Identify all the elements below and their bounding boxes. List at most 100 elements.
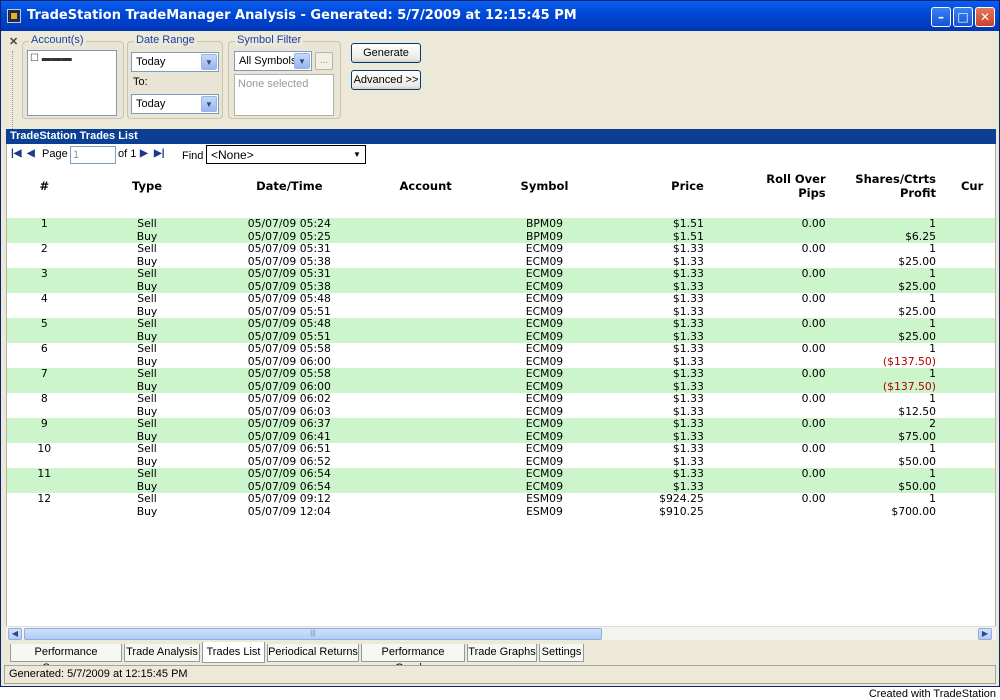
table-row[interactable]: 10 Sell 05/07/09 06:51 ECM09 $1.33 0.00 1 <box>7 442 995 456</box>
col-type-header[interactable]: Type <box>82 168 213 204</box>
tab-trades-list[interactable]: Trades List <box>202 642 265 663</box>
cell-num: 11 <box>7 467 82 481</box>
cell-type: Sell <box>137 442 157 455</box>
table-row[interactable]: 9 Sell 05/07/09 06:37 ECM09 $1.33 0.00 2 <box>7 417 995 431</box>
first-page-icon[interactable]: |◀ <box>11 148 22 159</box>
table-row[interactable]: 5 Sell 05/07/09 05:48 ECM09 $1.33 0.00 1 <box>7 317 995 331</box>
cell-price: $1.33 <box>603 317 704 331</box>
col-rollover-header[interactable]: Roll Over Pips <box>704 168 825 204</box>
cell-type: Sell <box>137 392 157 405</box>
table-row[interactable]: 3 Sell 05/07/09 05:31 ECM09 $1.33 0.00 1 <box>7 267 995 281</box>
date-from-select[interactable]: Today ▼ <box>131 52 219 72</box>
generate-button[interactable]: Generate <box>351 43 421 63</box>
cell-account <box>366 356 485 369</box>
scroll-right-icon[interactable]: ▶ <box>978 628 992 640</box>
table-row[interactable]: Buy 05/07/09 12:04 ESM09 $910.25 $700.00 <box>7 504 995 519</box>
tab-performance-summary[interactable]: Performance Summary <box>10 644 122 674</box>
cell-cur <box>935 280 995 293</box>
cell-account <box>366 230 486 243</box>
cell-rollover <box>704 506 826 519</box>
col-cur-header[interactable]: Cur <box>936 168 995 204</box>
cell-cur <box>936 493 995 506</box>
cell-account <box>366 430 486 443</box>
cell-date: 05/07/09 05:48 <box>247 292 331 305</box>
next-page-icon[interactable]: ▶ <box>140 148 148 159</box>
table-row[interactable]: 4 Sell 05/07/09 05:48 ECM09 $1.33 0.00 1 <box>7 292 995 306</box>
maximize-icon[interactable]: □ <box>953 7 973 27</box>
section-title: TradeStation Trades List <box>6 129 996 144</box>
col-date-header[interactable]: Date/Time <box>212 168 366 204</box>
cell-cur <box>935 468 995 481</box>
horizontal-scrollbar[interactable]: ◀ ||| ▶ <box>6 626 996 640</box>
page-input[interactable]: 1 <box>70 146 116 164</box>
symbol-filter-select[interactable]: All Symbols ▼ <box>234 51 312 71</box>
col-account-header[interactable]: Account <box>366 168 485 204</box>
tab-trade-analysis[interactable]: Trade Analysis <box>124 644 200 662</box>
cell-num: 2 <box>40 242 48 255</box>
scroll-thumb[interactable]: ||| <box>24 628 602 640</box>
chevron-down-icon[interactable]: ▼ <box>350 147 364 162</box>
chevron-down-icon[interactable]: ▼ <box>201 96 217 112</box>
symbol-browse-button[interactable]: ... <box>315 52 333 70</box>
account-item[interactable]: ☐ ▬▬▬ <box>30 53 72 64</box>
cell-profit: $6.25 <box>825 230 936 243</box>
col-num-header[interactable]: # <box>7 168 82 204</box>
close-panel-icon[interactable]: ✕ <box>9 35 18 48</box>
tab-trade-graphs[interactable]: Trade Graphs <box>467 644 537 662</box>
last-page-icon[interactable]: ▶| <box>154 148 165 159</box>
date-to-select[interactable]: Today ▼ <box>131 94 219 114</box>
cell-symbol: ECM09 <box>525 392 564 405</box>
chevron-down-icon[interactable]: ▼ <box>201 54 217 70</box>
table-row[interactable]: 12 Sell 05/07/09 09:12 ESM09 $924.25 0.00 1 <box>7 492 995 506</box>
spacer-cell <box>7 204 995 218</box>
tab-periodical-returns[interactable]: Periodical Returns <box>267 644 359 662</box>
cell-cur <box>935 480 995 493</box>
table-row[interactable]: 2 Sell 05/07/09 05:31 ECM09 $1.33 0.00 1 <box>7 242 995 256</box>
symbol-selection-list[interactable]: None selected <box>234 74 334 116</box>
find-value: <None> <box>211 148 254 162</box>
cell-symbol: ECM09 <box>485 417 604 431</box>
cell-num: 12 <box>37 492 52 505</box>
cell-date: 05/07/09 05:31 <box>247 242 331 255</box>
col-profit-header[interactable]: Shares/Ctrts Profit <box>826 168 936 204</box>
cell-date: 05/07/09 06:02 <box>247 392 331 405</box>
table-header: # Type Date/Time Account Symbol Price Ro… <box>7 168 995 204</box>
cell-cur <box>936 343 995 356</box>
scroll-left-icon[interactable]: ◀ <box>8 628 22 640</box>
col-price-header[interactable]: Price <box>604 168 704 204</box>
cell-type: Sell <box>81 317 213 331</box>
cell-profit: 1 <box>825 467 936 481</box>
cell-profit: $50.00 <box>825 480 936 493</box>
trades-body: 1 Sell 05/07/09 05:24 BPM09 $1.51 0.00 1 Buy 05/… <box>7 217 995 519</box>
cell-symbol: ECM09 <box>485 267 604 281</box>
cell-num: 5 <box>7 317 82 331</box>
cell-profit: ($137.50) <box>825 380 936 393</box>
close-icon[interactable]: ✕ <box>975 7 995 27</box>
cell-profit: 1 <box>929 242 936 255</box>
table-row[interactable]: 1 Sell 05/07/09 05:24 BPM09 $1.51 0.00 1 <box>7 217 995 231</box>
table-row[interactable]: 11 Sell 05/07/09 06:54 ECM09 $1.33 0.00 1 <box>7 467 995 481</box>
chevron-down-icon[interactable]: ▼ <box>294 53 310 69</box>
tab-settings[interactable]: Settings <box>539 644 584 662</box>
cell-symbol: ECM09 <box>485 317 604 331</box>
cell-symbol: ECM09 <box>525 442 564 455</box>
tab-performance-graphs[interactable]: Performance Graphs <box>361 644 465 674</box>
accounts-list[interactable]: ☐ ▬▬▬ <box>27 50 117 116</box>
minimize-icon[interactable]: – <box>931 7 951 27</box>
cell-cur <box>935 318 995 331</box>
table-row[interactable]: 8 Sell 05/07/09 06:02 ECM09 $1.33 0.00 1 <box>7 392 995 406</box>
table-row[interactable]: 7 Sell 05/07/09 05:58 ECM09 $1.33 0.00 1 <box>7 367 995 381</box>
advanced-button[interactable]: Advanced >> <box>351 70 421 90</box>
find-select[interactable]: <None> ▼ <box>206 145 366 164</box>
cell-price: $1.33 <box>672 442 704 455</box>
cell-price: $1.33 <box>603 267 704 281</box>
cell-profit: $700.00 <box>891 504 936 518</box>
cell-account <box>366 318 486 331</box>
app-window: TradeStation TradeManager Analysis - Gen… <box>0 0 1000 687</box>
cell-account <box>366 480 486 493</box>
table-row[interactable]: 6 Sell 05/07/09 05:58 ECM09 $1.33 0.00 1 <box>7 342 995 356</box>
previous-page-icon[interactable]: ◀ <box>27 148 35 159</box>
col-symbol-header[interactable]: Symbol <box>485 168 604 204</box>
cell-cur <box>936 443 995 456</box>
cell-profit: $50.00 <box>898 454 936 468</box>
